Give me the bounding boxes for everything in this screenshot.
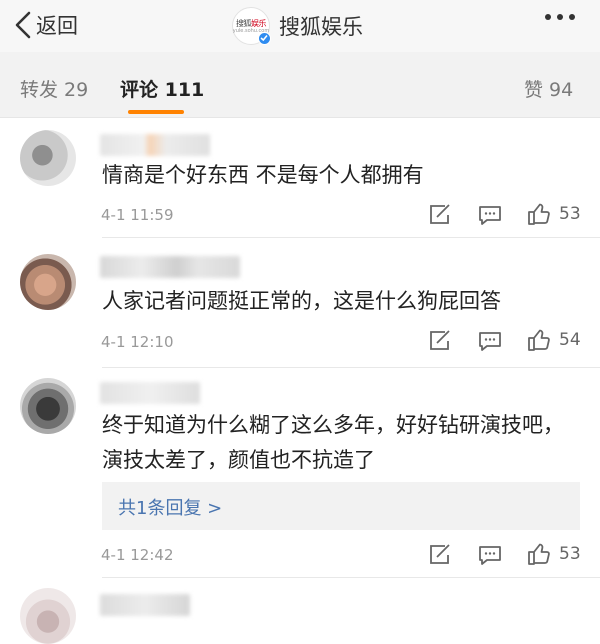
- tab-repost[interactable]: 转发 29: [20, 75, 88, 102]
- comment-text: 人家记者问题挺正常的，这是什么狗屁回答: [102, 289, 501, 313]
- account-title[interactable]: 搜狐娱乐 yule.sohu.com 搜狐娱乐: [232, 7, 363, 45]
- thumb-up-icon[interactable]: [527, 542, 551, 566]
- comment-time: 4-1 11:59: [101, 206, 174, 224]
- tab-comment[interactable]: 评论 111: [120, 75, 204, 102]
- username-blurred[interactable]: [100, 594, 190, 616]
- username-blurred[interactable]: [100, 256, 240, 278]
- account-avatar: 搜狐娱乐 yule.sohu.com: [232, 7, 271, 45]
- username-blurred[interactable]: [100, 382, 200, 404]
- comment-item: 终于知道为什么糊了这么多年，好好钻研演技吧，演技太差了，颜值也不抗造了 共1条回…: [0, 368, 600, 578]
- comment-icon[interactable]: [478, 545, 502, 566]
- more-dots-icon[interactable]: [545, 14, 575, 20]
- comment-text: 终于知道为什么糊了这么多年，好好钻研演技吧，演技太差了，颜值也不抗造了: [102, 413, 564, 472]
- like-count: 53: [559, 544, 581, 564]
- like-count: 53: [559, 204, 581, 224]
- repost-icon[interactable]: [428, 204, 452, 226]
- comment-icon[interactable]: [478, 205, 502, 226]
- chevron-left-icon: [15, 11, 31, 39]
- reply-thread-box[interactable]: 共1条回复 >: [102, 482, 580, 530]
- active-tab-indicator: [128, 110, 184, 114]
- logo-text: 搜狐娱乐: [236, 18, 267, 28]
- username-blurred[interactable]: [100, 134, 210, 156]
- like-count: 54: [559, 330, 581, 350]
- repost-icon[interactable]: [428, 544, 452, 566]
- tab-bar: 转发 29 评论 111 赞 94: [0, 52, 600, 118]
- account-name: 搜狐娱乐: [279, 15, 363, 39]
- verified-badge-icon: [258, 32, 271, 45]
- comment-item: [0, 578, 600, 644]
- thumb-up-icon[interactable]: [527, 202, 551, 226]
- comment-text: 情商是个好东西 不是每个人都拥有: [102, 163, 424, 187]
- thumb-up-icon[interactable]: [527, 328, 551, 352]
- avatar[interactable]: [20, 130, 76, 186]
- comment-item: 人家记者问题挺正常的，这是什么狗屁回答 4-1 12:10 54: [0, 238, 600, 368]
- comment-icon[interactable]: [478, 331, 502, 352]
- avatar[interactable]: [20, 378, 76, 434]
- avatar[interactable]: [20, 254, 76, 310]
- repost-icon[interactable]: [428, 330, 452, 352]
- comment-time: 4-1 12:42: [101, 546, 174, 564]
- top-nav-bar: 返回 搜狐娱乐 yule.sohu.com 搜狐娱乐: [0, 0, 600, 52]
- tab-like[interactable]: 赞 94: [524, 75, 573, 102]
- back-label: 返回: [36, 14, 78, 38]
- view-replies-link[interactable]: 共1条回复 >: [118, 494, 222, 520]
- avatar[interactable]: [20, 588, 76, 644]
- back-button[interactable]: 返回: [14, 9, 78, 41]
- comment-time: 4-1 12:10: [101, 333, 174, 351]
- comment-item: 情商是个好东西 不是每个人都拥有 4-1 11:59 53: [0, 118, 600, 238]
